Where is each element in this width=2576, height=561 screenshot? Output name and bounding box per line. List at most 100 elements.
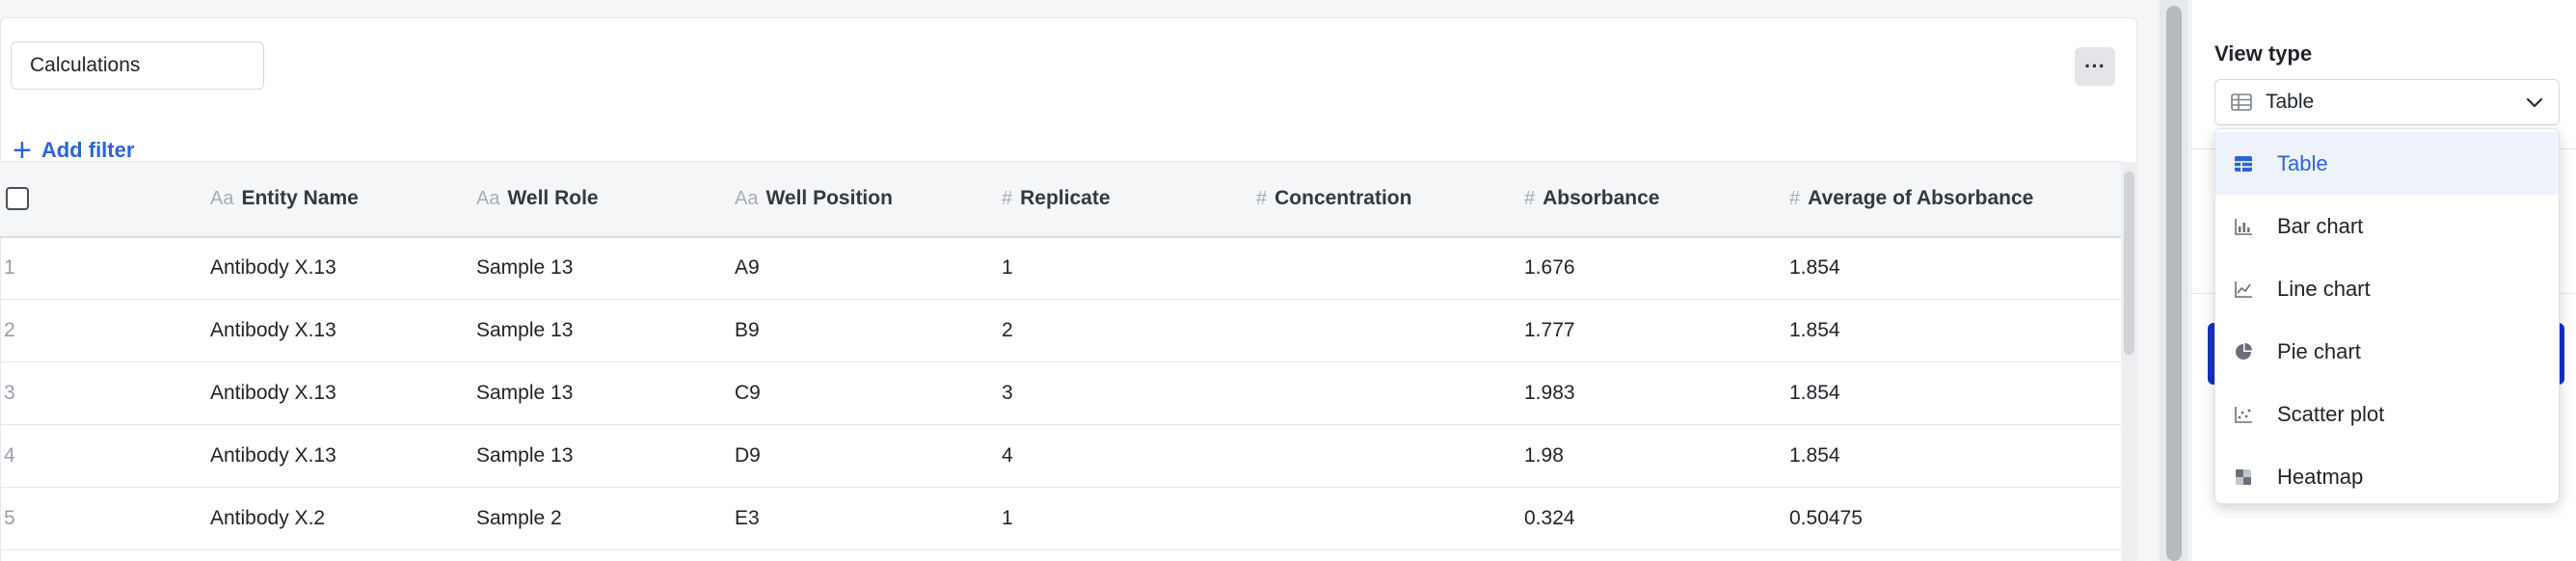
cell-absorbance[interactable]: 1.98 [1524,425,1789,488]
column-header-label: Entity Name [241,187,359,210]
view-type-dropdown: Table Bar chart Line chart Pie chart Sca… [2214,128,2560,504]
view-option-scatter-plot[interactable]: Scatter plot [2215,383,2559,445]
cell-replicate[interactable]: 4 [1002,425,1256,488]
cell-average-of-absorbance[interactable]: 1.854 [1789,300,2121,362]
table-scrollbar-thumb[interactable] [2124,172,2134,355]
more-options-button[interactable]: ··· [2075,47,2115,86]
column-header-concentration[interactable]: # Concentration [1256,162,1524,237]
text-type-icon: Aa [735,188,759,210]
bar-chart-icon [2235,218,2252,235]
table-icon [2231,94,2252,111]
view-option-line-chart[interactable]: Line chart [2215,257,2559,320]
table-row[interactable]: 2 Antibody X.13 Sample 13 B9 2 1.777 1.8… [0,300,2121,362]
table-row[interactable]: 1 Antibody X.13 Sample 13 A9 1 1.676 1.8… [0,237,2121,300]
table-icon [2235,155,2252,172]
cell-absorbance[interactable]: 0.324 [1524,488,1789,550]
page-scrollbar-thumb[interactable] [2166,6,2182,561]
pie-chart-icon [2236,342,2252,360]
view-type-select[interactable]: Table [2214,79,2560,125]
view-type-label: View type [2214,41,2313,66]
column-header-average-of-absorbance[interactable]: # Average of Absorbance [1789,162,2121,237]
cell-well-role[interactable]: Sample 13 [476,300,735,362]
cell-entity-name[interactable]: Antibody X.2 [210,488,476,550]
row-number: 1 [4,256,15,280]
cell-concentration[interactable] [1256,488,1524,550]
heatmap-icon [2236,468,2251,485]
cell-well-role[interactable]: Sample 13 [476,237,735,300]
cell-concentration[interactable] [1256,362,1524,425]
column-header-label: Replicate [1020,187,1111,210]
cell-concentration[interactable] [1256,237,1524,300]
cell-well-role[interactable]: Sample 13 [476,362,735,425]
table-header-row: Aa Entity Name Aa Well Role Aa Well Positio… [0,161,2121,237]
number-type-icon: # [1002,188,1013,210]
column-header-entity-name[interactable]: Aa Entity Name [210,162,476,237]
select-all-checkbox[interactable] [6,187,29,211]
select-all-cell [0,162,210,237]
cell-concentration[interactable] [1256,300,1524,362]
cell-absorbance[interactable]: 1.777 [1524,300,1789,362]
text-type-icon: Aa [476,188,500,210]
table-row[interactable]: 5 Antibody X.2 Sample 2 E3 1 0.324 0.504… [0,488,2121,550]
number-type-icon: # [1524,188,1536,210]
cell-entity-name[interactable]: Antibody X.13 [210,300,476,362]
chevron-down-icon [2526,97,2543,108]
cell-well-position[interactable]: C9 [735,362,1002,425]
cell-well-role[interactable]: Sample 2 [476,488,735,550]
cell-average-of-absorbance[interactable]: 0.50475 [1789,488,2121,550]
column-header-label: Absorbance [1543,187,1660,210]
view-option-label: Line chart [2277,276,2371,301]
column-header-absorbance[interactable]: # Absorbance [1524,162,1789,237]
row-number: 4 [4,444,15,467]
cell-replicate[interactable]: 1 [1002,237,1256,300]
column-header-replicate[interactable]: # Replicate [1002,162,1256,237]
cell-replicate[interactable]: 3 [1002,362,1256,425]
column-header-well-position[interactable]: Aa Well Position [735,162,1002,237]
cell-concentration[interactable] [1256,425,1524,488]
view-option-table[interactable]: Table [2215,132,2559,195]
cell-absorbance[interactable]: 1.983 [1524,362,1789,425]
view-type-selected-value: Table [2266,91,2315,113]
column-header-label: Average of Absorbance [1808,187,2034,210]
column-header-well-role[interactable]: Aa Well Role [476,162,735,237]
row-number: 2 [4,319,15,341]
ellipsis-icon: ··· [2084,54,2106,78]
cell-average-of-absorbance[interactable]: 1.854 [1789,237,2121,300]
cell-replicate[interactable]: 1 [1002,488,1256,550]
cell-well-position[interactable]: D9 [735,425,1002,488]
cell-entity-name[interactable]: Antibody X.13 [210,237,476,300]
cell-replicate[interactable]: 2 [1002,300,1256,362]
table-row[interactable]: 4 Antibody X.13 Sample 13 D9 4 1.98 1.85… [0,425,2121,488]
add-filter-label: Add filter [40,138,135,162]
view-option-pie-chart[interactable]: Pie chart [2215,320,2559,383]
calculations-input[interactable] [11,41,264,90]
view-option-bar-chart[interactable]: Bar chart [2215,195,2559,257]
column-header-label: Concentration [1275,187,1412,210]
scatter-plot-icon [2235,406,2252,423]
view-option-label: Heatmap [2277,464,2364,489]
text-type-icon: Aa [210,188,234,210]
view-option-label: Scatter plot [2277,401,2385,426]
cell-well-position[interactable]: A9 [735,237,1002,300]
number-type-icon: # [1256,188,1268,210]
line-chart-icon [2235,280,2252,298]
column-header-label: Well Role [507,187,599,210]
row-number: 3 [4,382,15,404]
cell-entity-name[interactable]: Antibody X.13 [210,362,476,425]
number-type-icon: # [1789,188,1801,210]
row-number: 5 [4,507,15,529]
cell-well-role[interactable]: Sample 13 [476,425,735,488]
cell-well-position[interactable]: E3 [735,488,1002,550]
cell-absorbance[interactable]: 1.676 [1524,237,1789,300]
table-row[interactable]: 3 Antibody X.13 Sample 13 C9 3 1.983 1.8… [0,362,2121,425]
results-table: Aa Entity Name Aa Well Role Aa Well Positio… [0,161,2121,550]
view-option-label: Table [2277,150,2328,175]
column-header-label: Well Position [765,187,893,210]
cell-average-of-absorbance[interactable]: 1.854 [1789,362,2121,425]
cell-entity-name[interactable]: Antibody X.13 [210,425,476,488]
view-option-label: Bar chart [2277,213,2364,238]
view-option-label: Pie chart [2277,338,2361,363]
cell-well-position[interactable]: B9 [735,300,1002,362]
cell-average-of-absorbance[interactable]: 1.854 [1789,425,2121,488]
view-option-heatmap[interactable]: Heatmap [2215,445,2559,508]
